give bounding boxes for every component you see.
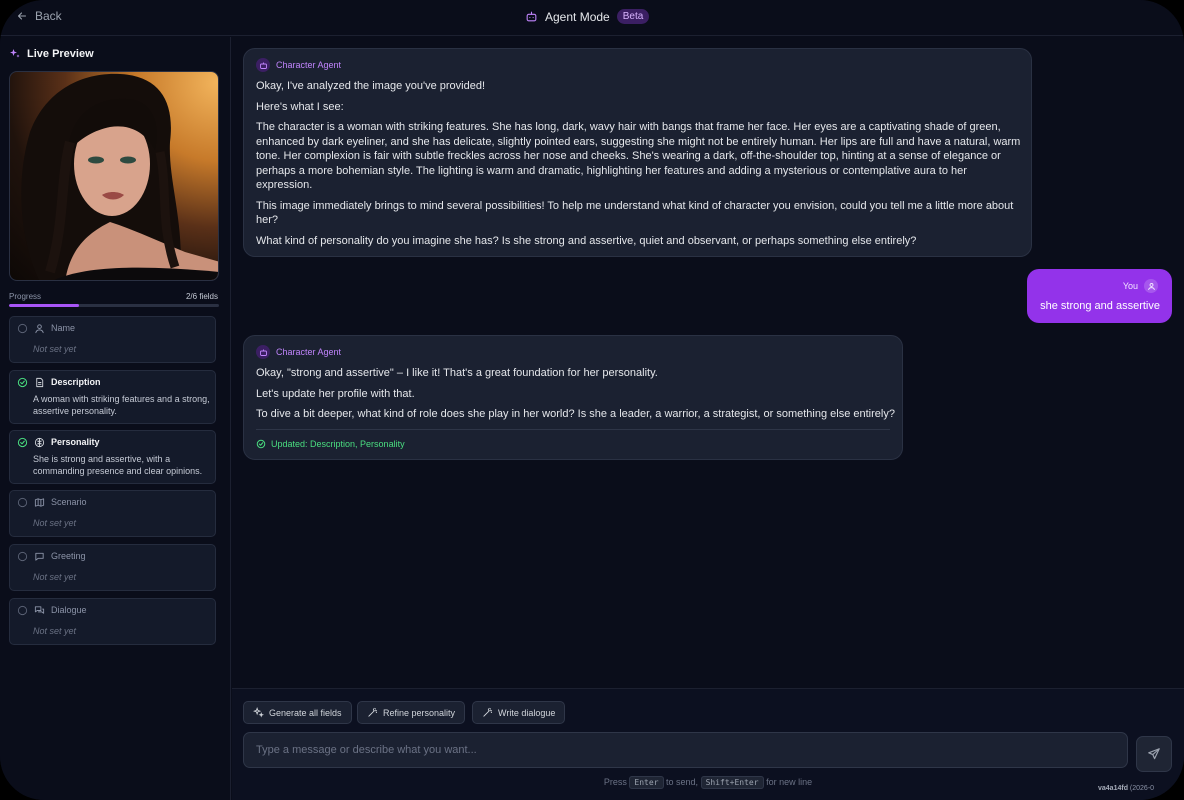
empty-circle-icon [17, 605, 28, 616]
mode-title: Agent Mode [545, 9, 610, 24]
user-icon [35, 324, 44, 334]
message-paragraph: What kind of personality do you imagine … [256, 234, 917, 247]
top-bar: Back Agent Mode Beta [0, 0, 1184, 36]
version-label: va4a14fd (2026-0 [1098, 785, 1154, 792]
field-name: Name [51, 323, 76, 333]
character-portrait [9, 71, 219, 281]
message-paragraph: To dive a bit deeper, what kind of role … [256, 408, 895, 420]
field-card-description[interactable]: Description A woman with striking featur… [9, 370, 216, 424]
field-card-dialogue[interactable]: Dialogue Not set yet [9, 598, 216, 645]
agent-message: Character Agent Okay, "strong and assert… [243, 335, 903, 460]
page-title: Agent Mode Beta [525, 9, 650, 24]
robot-icon [526, 11, 537, 22]
robot-icon [259, 62, 267, 69]
field-name: Scenario [51, 497, 87, 507]
magic-wand-icon [368, 707, 378, 717]
agent-name: Character Agent [276, 60, 342, 70]
user-header: You [1123, 279, 1158, 293]
field-name: Description [51, 377, 101, 387]
progress-bar [9, 304, 219, 307]
send-button[interactable] [1136, 736, 1172, 772]
check-circle-icon [256, 439, 266, 449]
send-icon [1148, 748, 1160, 760]
user-message: You she strong and assertive [1027, 269, 1172, 323]
empty-circle-icon [17, 497, 28, 508]
beta-badge: Beta [616, 9, 650, 24]
sparkles-icon [253, 707, 264, 718]
agent-name: Character Agent [276, 347, 342, 357]
agent-header: Character Agent [256, 58, 341, 72]
field-value: Not set yet [33, 518, 77, 528]
chat-area: Character Agent Okay, I've analyzed the … [232, 37, 1184, 687]
generate-all-fields-button[interactable]: Generate all fields [243, 701, 352, 724]
portrait-illustration [21, 73, 218, 280]
keyboard-hint: Press Enter to send, Shift+Enter for new… [603, 776, 813, 789]
field-card-name[interactable]: Name Not set yet [9, 316, 216, 363]
message-paragraph: Okay, I've analyzed the image you've pro… [256, 80, 486, 92]
message-paragraph: Here's what I see: [256, 100, 344, 113]
shift-enter-key: Shift+Enter [700, 776, 764, 789]
field-name: Greeting [51, 551, 86, 561]
message-paragraph: The character is a woman with striking f… [256, 121, 1021, 191]
user-name: You [1122, 281, 1138, 291]
agent-avatar [256, 345, 270, 359]
document-icon [36, 377, 44, 388]
field-value: Not set yet [33, 626, 77, 636]
field-name: Dialogue [51, 605, 87, 615]
field-value: Not set yet [33, 344, 77, 354]
agent-message: Character Agent Okay, I've analyzed the … [243, 48, 1032, 257]
user-icon [1147, 282, 1155, 290]
back-label: Back [35, 9, 62, 23]
magic-wand-icon [483, 707, 493, 717]
field-value: Not set yet [33, 572, 77, 582]
user-avatar [1144, 279, 1158, 293]
message-paragraph: Let's update her profile with that. [256, 387, 415, 400]
field-name: Personality [51, 437, 100, 447]
arrow-left-icon [17, 12, 27, 20]
refine-personality-button[interactable]: Refine personality [357, 701, 466, 724]
robot-icon [259, 349, 267, 356]
agent-avatar [256, 58, 270, 72]
message-paragraph: This image immediately brings to mind se… [256, 199, 1014, 227]
field-card-greeting[interactable]: Greeting Not set yet [9, 544, 216, 591]
empty-circle-icon [17, 323, 28, 334]
back-button[interactable]: Back [16, 9, 62, 23]
chat-bubbles-icon [34, 606, 45, 614]
message-input[interactable] [243, 732, 1128, 768]
message-paragraph: Okay, "strong and assertive" – I like it… [256, 367, 658, 379]
write-dialogue-button[interactable]: Write dialogue [472, 701, 566, 724]
check-circle-icon [17, 437, 28, 448]
user-message-text: she strong and assertive [1040, 300, 1160, 312]
map-icon [34, 498, 45, 507]
updated-fields-note: Updated: Description, Personality [256, 439, 405, 449]
composer: Generate all fields Refine personality W… [232, 688, 1184, 800]
brain-icon [34, 437, 45, 448]
field-card-scenario[interactable]: Scenario Not set yet [9, 490, 216, 537]
chat-bubble-icon [35, 552, 44, 561]
empty-circle-icon [17, 551, 28, 562]
version-hash: va4a14fd [1098, 785, 1128, 792]
field-value: A woman with striking features and a str… [33, 394, 210, 416]
field-card-personality[interactable]: Personality She is strong and assertive,… [9, 430, 216, 484]
live-preview-sidebar: Live Preview Progress 2/6 fields Name No… [0, 37, 231, 800]
live-preview-title: Live Preview [9, 48, 94, 60]
message-divider [256, 429, 890, 430]
progress-bar-fill [9, 304, 79, 307]
progress-label: Progress [9, 292, 42, 301]
enter-key: Enter [629, 776, 664, 789]
message-text: Okay, "strong and assertive" – I like it… [256, 366, 896, 422]
agent-header: Character Agent [256, 345, 341, 359]
message-text: Okay, I've analyzed the image you've pro… [256, 79, 1021, 248]
field-value: She is strong and assertive, with a comm… [33, 454, 203, 476]
app-window: Back Agent Mode Beta Live Preview Progre… [0, 0, 1184, 800]
progress-count: 2/6 fields [185, 292, 218, 301]
sparkles-icon [10, 49, 20, 58]
check-circle-icon [17, 377, 28, 388]
version-date: (2026-0 [1129, 785, 1155, 792]
